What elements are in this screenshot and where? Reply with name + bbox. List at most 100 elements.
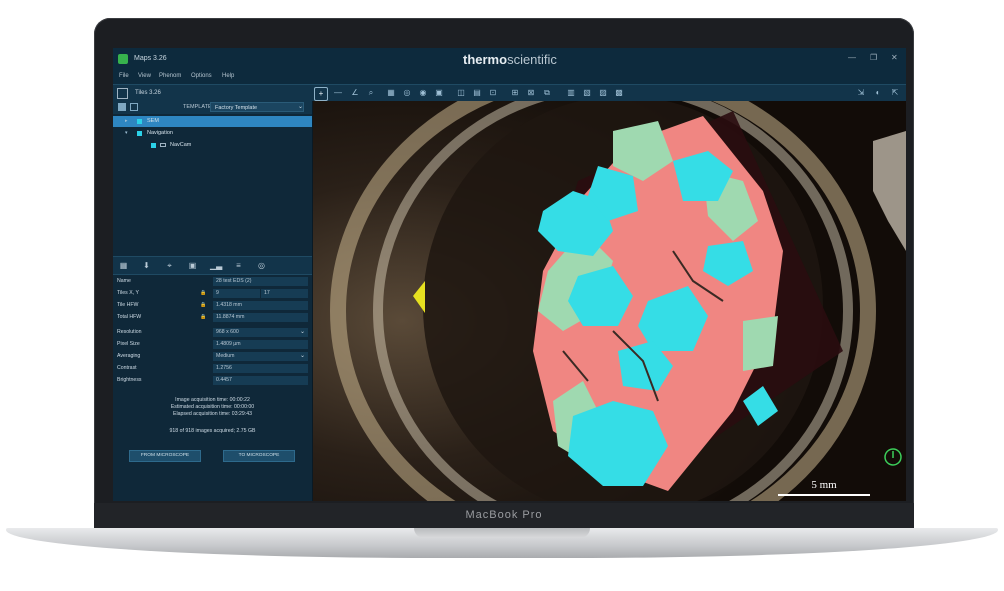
prop-label: Averaging bbox=[117, 353, 141, 359]
maximize-button[interactable]: ❐ bbox=[870, 53, 877, 62]
prop-label: Pixel Size bbox=[117, 341, 140, 347]
template-select[interactable]: Factory Template bbox=[210, 102, 304, 112]
menu-view[interactable]: View bbox=[138, 73, 151, 79]
copy-tool-button[interactable]: ⧉ bbox=[541, 87, 553, 99]
tile-hfw-field[interactable]: 1.4318 mm bbox=[213, 301, 308, 310]
collapse-arrow-icon[interactable]: ▾ bbox=[125, 128, 128, 139]
total-hfw-field[interactable]: 11.8874 mm bbox=[213, 313, 308, 322]
menu-options[interactable]: Options bbox=[191, 73, 212, 79]
visibility-checkbox[interactable] bbox=[151, 143, 156, 148]
prop-contrast: Contrast 1.2756 bbox=[113, 363, 312, 374]
power-icon[interactable] bbox=[883, 447, 903, 467]
title-bar: Maps 3.26 thermoscientific — ❐ ✕ bbox=[113, 48, 906, 71]
frame-tool-button[interactable]: ▣ bbox=[433, 87, 445, 99]
image-tab-icon[interactable]: ▣ bbox=[187, 260, 198, 271]
averaging-select[interactable]: Medium bbox=[213, 352, 308, 361]
app-logo-icon bbox=[118, 54, 128, 64]
lock-icon[interactable]: 🔒 bbox=[200, 300, 206, 311]
scale-line bbox=[778, 494, 870, 496]
tree-item-navigation[interactable]: ▾ Navigation bbox=[113, 128, 312, 139]
layer-icon[interactable] bbox=[118, 103, 126, 111]
prop-averaging: Averaging Medium ⌄ bbox=[113, 351, 312, 362]
document-tab[interactable]: Tiles 3.26 bbox=[135, 90, 161, 96]
template-bar: TEMPLATE Factory Template ⌄ bbox=[113, 101, 312, 114]
probe-tab-icon[interactable]: ⬇ bbox=[141, 260, 152, 271]
lock-icon[interactable]: 🔒 bbox=[200, 312, 206, 323]
menu-bar: File View Phenom Options Help bbox=[113, 71, 906, 84]
scale-bar: 5 mm bbox=[778, 479, 870, 497]
expand-arrow-icon[interactable]: ▸ bbox=[125, 116, 128, 127]
focus-tab-icon[interactable]: ⌖ bbox=[164, 260, 175, 271]
adjust-tab-icon[interactable]: ≡ bbox=[233, 260, 244, 271]
panel-tool-button[interactable]: ▥ bbox=[565, 87, 577, 99]
layers-tool-button[interactable]: ▤ bbox=[471, 87, 483, 99]
toggle-panel-icon[interactable] bbox=[117, 88, 128, 99]
camera-icon[interactable]: ◐ bbox=[872, 87, 884, 99]
prop-name: Name 28 test EDS (2) bbox=[113, 276, 312, 287]
crop-tool-button[interactable]: ⊠ bbox=[525, 87, 537, 99]
image-icon[interactable] bbox=[130, 103, 138, 111]
histogram-tab-icon[interactable]: ▁▃ bbox=[210, 260, 222, 271]
expand-icon[interactable]: ⇱ bbox=[889, 87, 901, 99]
stack-tool-button[interactable]: ▧ bbox=[581, 87, 593, 99]
export-icon[interactable]: ⇲ bbox=[855, 87, 867, 99]
name-field[interactable]: 28 test EDS (2) bbox=[213, 277, 308, 286]
region-tool-button[interactable]: ▨ bbox=[597, 87, 609, 99]
tiles-y-field[interactable]: 17 bbox=[261, 289, 308, 298]
tiles-tab-icon[interactable]: ▦ bbox=[118, 260, 129, 271]
resolution-select[interactable]: 968 x 600 bbox=[213, 328, 308, 337]
prop-brightness: Brightness 0.4457 bbox=[113, 375, 312, 386]
menu-file[interactable]: File bbox=[119, 73, 129, 79]
close-button[interactable]: ✕ bbox=[891, 53, 898, 62]
prop-label: Brightness bbox=[117, 377, 142, 383]
to-microscope-button[interactable]: TO MICROSCOPE bbox=[223, 450, 295, 462]
point-tool-button[interactable]: ◉ bbox=[417, 87, 429, 99]
tree-item-sem[interactable]: ▸ SEM bbox=[113, 116, 312, 127]
tile-tool-button[interactable]: ⊞ bbox=[509, 87, 521, 99]
prop-label: Total HFW bbox=[117, 314, 142, 320]
tree-item-label: SEM bbox=[147, 118, 159, 124]
tree-item-navcam[interactable]: NavCam bbox=[113, 140, 312, 151]
visibility-checkbox[interactable] bbox=[137, 131, 142, 136]
brand-bold: thermo bbox=[463, 52, 508, 67]
app-title: Maps 3.26 bbox=[134, 55, 167, 62]
menu-help[interactable]: Help bbox=[222, 73, 234, 79]
elapsed-acquisition-time: Elapsed acquisition time: 03:29:43 bbox=[172, 411, 253, 417]
menu-phenom[interactable]: Phenom bbox=[159, 73, 181, 79]
contrast-field[interactable]: 1.2756 bbox=[213, 364, 308, 373]
select-tool-button[interactable]: ⊡ bbox=[487, 87, 499, 99]
zoom-tool-button[interactable]: ⌕ bbox=[365, 87, 377, 99]
grid-tool-button[interactable]: ▦ bbox=[385, 87, 397, 99]
line-tool-button[interactable]: — bbox=[332, 87, 344, 99]
image-viewport[interactable]: 5 mm bbox=[313, 101, 906, 501]
prop-label: Tiles X, Y bbox=[117, 290, 139, 296]
minimize-button[interactable]: — bbox=[848, 53, 856, 62]
prop-label: Tile HFW bbox=[117, 302, 139, 308]
chevron-down-icon[interactable]: ⌄ bbox=[300, 351, 305, 362]
lock-icon[interactable]: 🔒 bbox=[200, 288, 206, 299]
from-microscope-button[interactable]: FROM MICROSCOPE bbox=[129, 450, 201, 462]
add-tool-button[interactable]: + bbox=[314, 87, 328, 101]
estimated-acquisition-time: Estimated acquisition time: 00:00:00 bbox=[170, 404, 255, 410]
laptop-model-label: MacBook Pro bbox=[465, 509, 543, 521]
template-label: TEMPLATE bbox=[183, 104, 212, 110]
brightness-field[interactable]: 0.4457 bbox=[213, 376, 308, 385]
images-acquired-status: 918 of 918 images acquired; 2.75 GB bbox=[169, 428, 256, 434]
angle-tool-button[interactable]: ∠ bbox=[349, 87, 361, 99]
compass-tab-icon[interactable]: ◎ bbox=[256, 260, 267, 271]
split-tool-button[interactable]: ◫ bbox=[455, 87, 467, 99]
tree-item-label: NavCam bbox=[170, 142, 192, 148]
tiles-x-field[interactable]: 9 bbox=[213, 289, 260, 298]
left-panel: TEMPLATE Factory Template ⌄ ▸ SEM ▾ Navi… bbox=[113, 101, 313, 501]
prop-label: Contrast bbox=[117, 365, 137, 371]
prop-total-hfw: Total HFW 🔒 11.8874 mm bbox=[113, 312, 312, 323]
prop-resolution: Resolution 968 x 600 ⌄ bbox=[113, 327, 312, 338]
image-acquisition-time: Image acquisition time: 00:00:22 bbox=[175, 397, 250, 403]
chevron-down-icon[interactable]: ⌄ bbox=[300, 327, 305, 338]
pixel-size-field[interactable]: 1.4809 µm bbox=[213, 340, 308, 349]
visibility-checkbox[interactable] bbox=[137, 119, 142, 124]
target-tool-button[interactable]: ◎ bbox=[401, 87, 413, 99]
overlay-tool-button[interactable]: ▩ bbox=[613, 87, 625, 99]
chevron-down-icon[interactable]: ⌄ bbox=[298, 103, 303, 110]
laptop-chin: MacBook Pro bbox=[94, 503, 914, 530]
